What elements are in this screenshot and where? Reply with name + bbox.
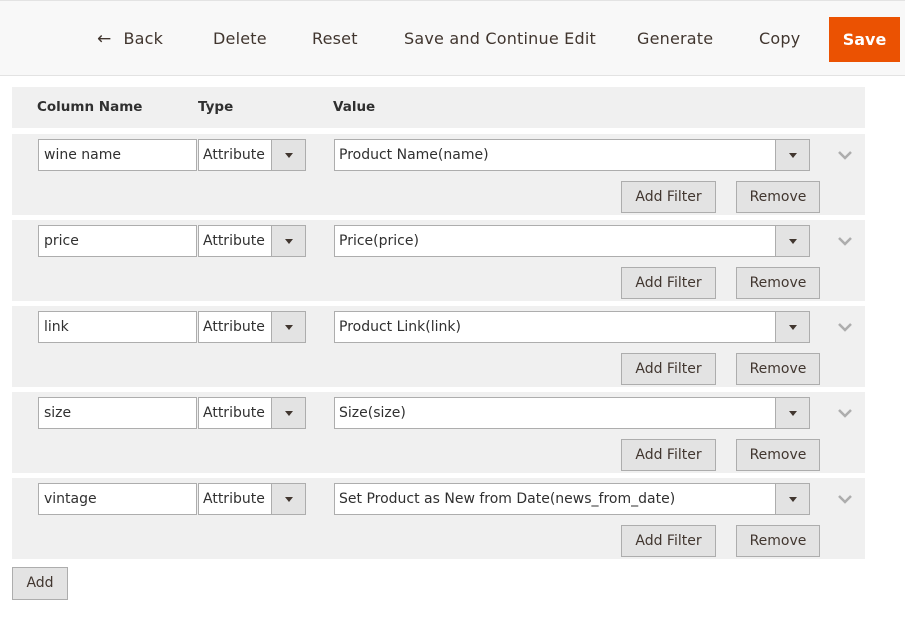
back-label: Back bbox=[123, 29, 164, 48]
column-name-input[interactable]: wine name bbox=[38, 139, 197, 171]
type-select[interactable]: Attribute bbox=[198, 225, 306, 257]
type-select[interactable]: Attribute bbox=[198, 311, 306, 343]
table-header: Column Name Type Value bbox=[12, 87, 865, 128]
remove-button[interactable]: Remove bbox=[736, 353, 820, 385]
column-name-input[interactable]: price bbox=[38, 225, 197, 257]
value-select[interactable]: Set Product as New from Date(news_from_d… bbox=[334, 483, 810, 515]
column-name-input[interactable]: link bbox=[38, 311, 197, 343]
add-row-button[interactable]: Add bbox=[12, 567, 68, 600]
remove-button[interactable]: Remove bbox=[736, 267, 820, 299]
generate-button[interactable]: Generate bbox=[637, 17, 713, 61]
page-actions-toolbar: ← Back Delete Reset Save and Continue Edi… bbox=[0, 0, 905, 76]
column-name-value: size bbox=[44, 405, 72, 421]
add-filter-button[interactable]: Add Filter bbox=[621, 439, 716, 471]
table-row: link Attribute Product Link(link) Add Fi… bbox=[12, 306, 865, 387]
table-row: size Attribute Size(size) Add Filter Rem… bbox=[12, 392, 865, 473]
type-value: Attribute bbox=[203, 491, 265, 507]
save-button[interactable]: Save bbox=[829, 17, 900, 62]
remove-button[interactable]: Remove bbox=[736, 439, 820, 471]
type-select[interactable]: Attribute bbox=[198, 397, 306, 429]
remove-button[interactable]: Remove bbox=[736, 181, 820, 213]
dropdown-arrow-icon bbox=[271, 140, 305, 170]
chevron-down-icon[interactable] bbox=[838, 150, 852, 160]
copy-button[interactable]: Copy bbox=[759, 17, 800, 61]
column-name-value: wine name bbox=[44, 147, 121, 163]
dropdown-arrow-icon bbox=[271, 398, 305, 428]
chevron-down-icon[interactable] bbox=[838, 494, 852, 504]
header-column-name: Column Name bbox=[37, 99, 143, 115]
dropdown-arrow-icon bbox=[271, 226, 305, 256]
value-value: Product Name(name) bbox=[339, 147, 489, 163]
add-filter-button[interactable]: Add Filter bbox=[621, 181, 716, 213]
chevron-down-icon[interactable] bbox=[838, 408, 852, 418]
column-name-value: price bbox=[44, 233, 79, 249]
arrow-left-icon: ← bbox=[97, 29, 112, 49]
dropdown-arrow-icon bbox=[271, 312, 305, 342]
type-value: Attribute bbox=[203, 405, 265, 421]
table-row: vintage Attribute Set Product as New fro… bbox=[12, 478, 865, 559]
add-filter-button[interactable]: Add Filter bbox=[621, 353, 716, 385]
table-row: price Attribute Price(price) Add Filter … bbox=[12, 220, 865, 301]
save-and-continue-button[interactable]: Save and Continue Edit bbox=[404, 17, 596, 61]
value-value: Product Link(link) bbox=[339, 319, 461, 335]
value-select[interactable]: Size(size) bbox=[334, 397, 810, 429]
value-value: Set Product as New from Date(news_from_d… bbox=[339, 491, 676, 507]
delete-button[interactable]: Delete bbox=[213, 17, 267, 61]
dropdown-arrow-icon bbox=[775, 484, 809, 514]
table-row: wine name Attribute Product Name(name) A… bbox=[12, 134, 865, 215]
header-type: Type bbox=[198, 99, 234, 115]
dropdown-arrow-icon bbox=[775, 398, 809, 428]
column-name-input[interactable]: vintage bbox=[38, 483, 197, 515]
reset-button[interactable]: Reset bbox=[312, 17, 358, 61]
type-value: Attribute bbox=[203, 319, 265, 335]
add-filter-button[interactable]: Add Filter bbox=[621, 525, 716, 557]
column-name-value: link bbox=[44, 319, 69, 335]
dropdown-arrow-icon bbox=[271, 484, 305, 514]
value-value: Size(size) bbox=[339, 405, 406, 421]
value-select[interactable]: Price(price) bbox=[334, 225, 810, 257]
dropdown-arrow-icon bbox=[775, 312, 809, 342]
type-select[interactable]: Attribute bbox=[198, 139, 306, 171]
remove-button[interactable]: Remove bbox=[736, 525, 820, 557]
column-name-value: vintage bbox=[44, 491, 97, 507]
type-value: Attribute bbox=[203, 147, 265, 163]
add-filter-button[interactable]: Add Filter bbox=[621, 267, 716, 299]
value-value: Price(price) bbox=[339, 233, 419, 249]
chevron-down-icon[interactable] bbox=[838, 322, 852, 332]
header-value: Value bbox=[333, 99, 376, 115]
type-select[interactable]: Attribute bbox=[198, 483, 306, 515]
value-select[interactable]: Product Name(name) bbox=[334, 139, 810, 171]
dropdown-arrow-icon bbox=[775, 226, 809, 256]
dropdown-arrow-icon bbox=[775, 140, 809, 170]
type-value: Attribute bbox=[203, 233, 265, 249]
back-button[interactable]: ← Back bbox=[97, 17, 163, 61]
chevron-down-icon[interactable] bbox=[838, 236, 852, 246]
value-select[interactable]: Product Link(link) bbox=[334, 311, 810, 343]
column-name-input[interactable]: size bbox=[38, 397, 197, 429]
